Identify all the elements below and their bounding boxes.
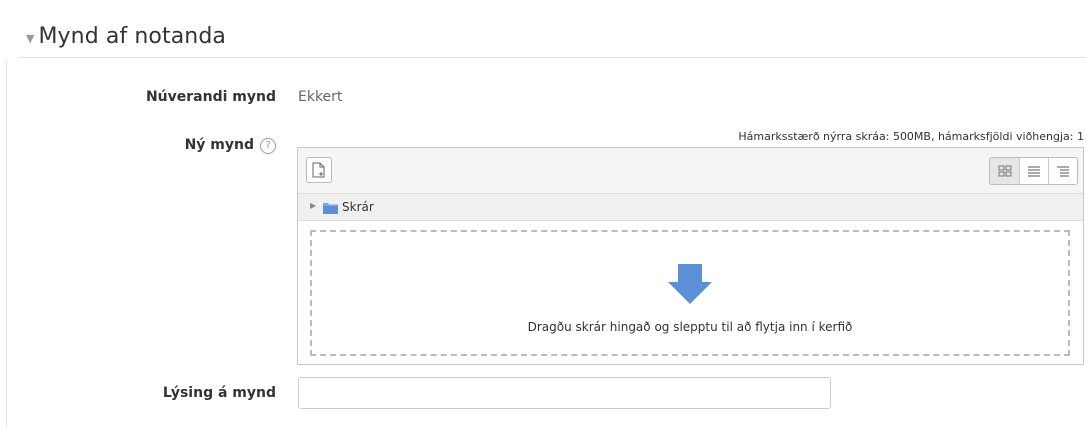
collapse-caret-icon[interactable]: ▼ [26,32,34,45]
filepicker-toolbar [298,148,1083,194]
filepicker: ▶ Skrár Dragðu skrár hingað og slepptu t… [297,147,1084,365]
filepicker-content-area: Dragðu skrár hingað og slepptu til að fl… [298,221,1083,364]
max-file-info: Hámarksstærð nýrra skráa: 500MB, hámarks… [738,130,1084,143]
help-icon[interactable]: ? [260,138,276,154]
add-file-button[interactable] [306,157,332,183]
expand-caret-icon[interactable]: ▶ [310,201,316,210]
list-view-icon [1028,166,1040,177]
section-title: Mynd af notanda [38,24,226,49]
icons-view-icon [998,165,1011,177]
icons-view-button[interactable] [990,158,1019,184]
arrow-down-icon [668,264,712,304]
description-label: Lýsing á mynd [162,385,276,401]
drop-zone[interactable]: Dragðu skrár hingað og slepptu til að fl… [310,230,1070,356]
drop-zone-text: Dragðu skrár hingað og slepptu til að fl… [527,320,853,334]
section-divider [18,57,1086,58]
file-add-icon [312,162,325,178]
folder-label[interactable]: Skrár [342,200,374,214]
view-switcher [989,157,1078,185]
list-view-button[interactable] [1019,158,1048,184]
tree-view-button[interactable] [1048,158,1077,184]
tree-view-icon [1057,166,1069,177]
filepicker-path-bar: ▶ Skrár [298,194,1083,221]
new-picture-label: Ný mynd [184,137,254,153]
section-header[interactable]: ▼ Mynd af notanda [26,24,226,49]
current-picture-value: Ekkert [298,89,343,105]
description-input[interactable] [298,377,831,409]
folder-icon [323,203,338,214]
current-picture-label: Núverandi mynd [145,89,276,105]
fieldset-left-border [6,60,7,428]
